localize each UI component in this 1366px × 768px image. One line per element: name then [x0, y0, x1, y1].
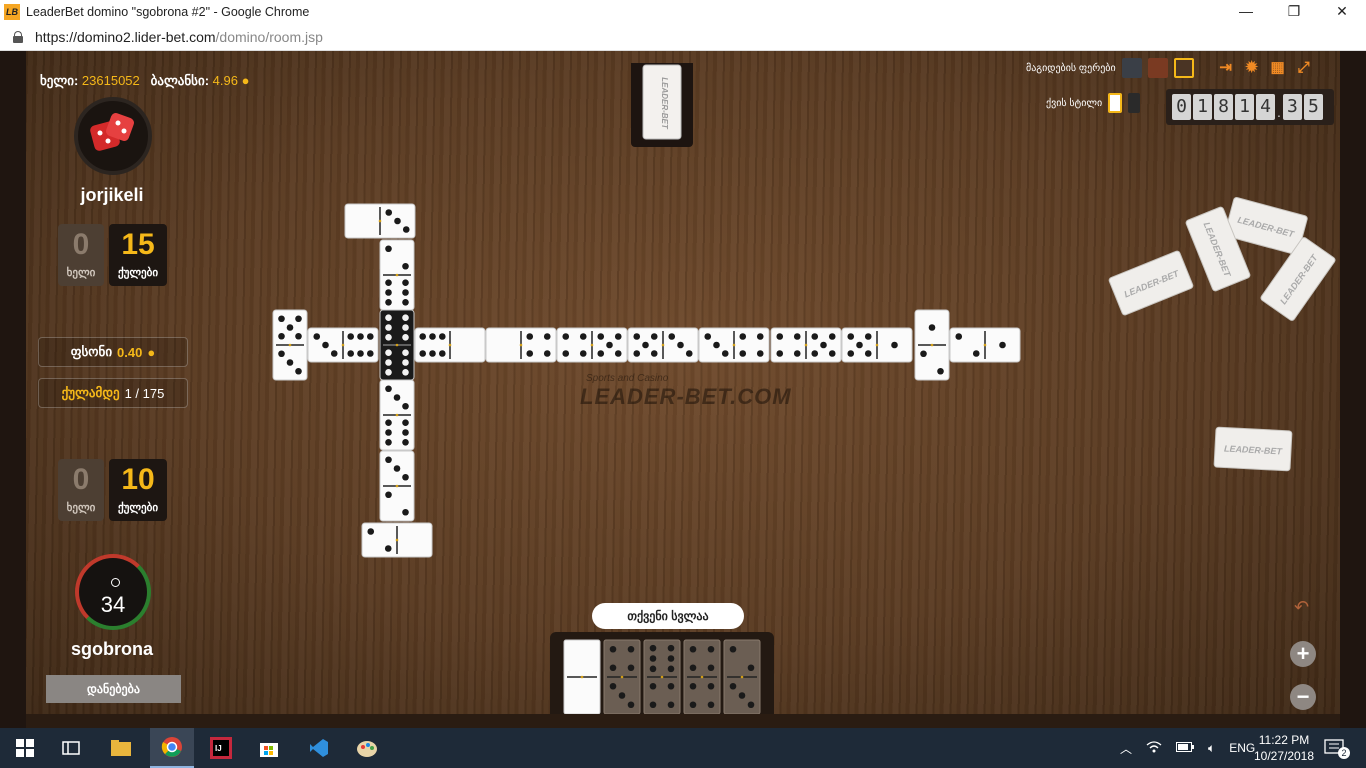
- volume-icon[interactable]: 🔈︎: [1208, 741, 1215, 756]
- task-view-icon[interactable]: [56, 733, 86, 763]
- windows-taskbar: IJ ︿ 🔈︎ ENG 11:22 PM 10/27/2018 2: [0, 728, 1366, 768]
- store-icon[interactable]: [254, 733, 284, 763]
- domino-tile: [698, 327, 770, 363]
- svg-text:IJ: IJ: [215, 744, 222, 753]
- hand-tile[interactable]: [563, 639, 601, 715]
- battery-icon[interactable]: [1176, 741, 1195, 755]
- domino-tile: [949, 327, 1021, 363]
- lock-icon: [13, 31, 23, 43]
- game-area: Sports and Casino LEADER-BET.COM ხელი: 2…: [0, 51, 1366, 728]
- address-bar[interactable]: https://domino2.lider-bet.com/domino/roo…: [0, 24, 1366, 51]
- domino-tile: [627, 327, 699, 363]
- close-button[interactable]: ✕: [1318, 0, 1366, 24]
- hand-tile[interactable]: [603, 639, 641, 715]
- clock-date: 10/27/2018: [1253, 749, 1315, 763]
- domino-tile: [272, 309, 308, 381]
- system-tray: ︿ 🔈︎ ENG: [1120, 728, 1255, 768]
- vscode-icon[interactable]: [304, 733, 334, 763]
- domino-tile: [914, 309, 950, 381]
- minimize-button[interactable]: —: [1222, 0, 1270, 24]
- domino-tile: [344, 203, 416, 239]
- domino-tile: [414, 327, 486, 363]
- intellij-icon[interactable]: IJ: [206, 733, 236, 763]
- window-controls: — ❐ ✕: [1222, 0, 1366, 24]
- domino-tile: [361, 522, 433, 558]
- domino-tile: [379, 450, 415, 522]
- hand-tile[interactable]: [683, 639, 721, 715]
- chrome-taskbar-icon[interactable]: [150, 728, 194, 768]
- clock-time: 11:22 PM: [1258, 733, 1310, 747]
- window-title: LeaderBet domino "sgobrona #2" - Google …: [26, 5, 310, 19]
- domino-tile: [770, 327, 842, 363]
- domino-tile: [307, 327, 379, 363]
- your-turn-badge: თქვენი სვლაა: [592, 603, 744, 629]
- notifications-icon[interactable]: 2: [1324, 728, 1350, 768]
- domino-tile: [379, 379, 415, 451]
- clock[interactable]: 11:22 PM 10/27/2018: [1250, 728, 1318, 768]
- hand-tile[interactable]: [643, 639, 681, 715]
- zoom-out-button[interactable]: −: [1290, 684, 1316, 710]
- game-table: Sports and Casino LEADER-BET.COM ხელი: 2…: [26, 51, 1340, 728]
- chevron-up-icon[interactable]: ︿: [1120, 740, 1132, 757]
- boneyard-tile[interactable]: LEADER-BET: [1213, 426, 1293, 472]
- url-path-text[interactable]: /domino/room.jsp: [216, 29, 323, 45]
- domino-tile: [556, 327, 628, 363]
- hand-tile[interactable]: [723, 639, 761, 715]
- wifi-icon[interactable]: [1146, 740, 1162, 757]
- zoom-in-button[interactable]: +: [1290, 641, 1316, 667]
- windows-start-icon[interactable]: [10, 733, 40, 763]
- undo-icon[interactable]: ↶: [1294, 597, 1309, 618]
- file-explorer-icon[interactable]: [106, 733, 136, 763]
- player-hand-tray: [550, 632, 774, 728]
- domino-tile: [379, 239, 415, 311]
- paint-icon[interactable]: [352, 733, 382, 763]
- domino-tile: [379, 309, 415, 381]
- domino-tile: [841, 327, 913, 363]
- app-logo-icon: LB: [4, 4, 20, 20]
- notification-count: 2: [1338, 747, 1350, 759]
- boneyard-tile[interactable]: LEADER-BET: [1260, 236, 1336, 321]
- url-host[interactable]: https://domino2.lider-bet.com: [35, 29, 216, 45]
- maximize-button[interactable]: ❐: [1270, 0, 1318, 24]
- window-titlebar: LB LeaderBet domino "sgobrona #2" - Goog…: [0, 0, 1366, 24]
- domino-tile: [485, 327, 557, 363]
- boneyard-tile[interactable]: LEADER-BET: [1108, 250, 1194, 316]
